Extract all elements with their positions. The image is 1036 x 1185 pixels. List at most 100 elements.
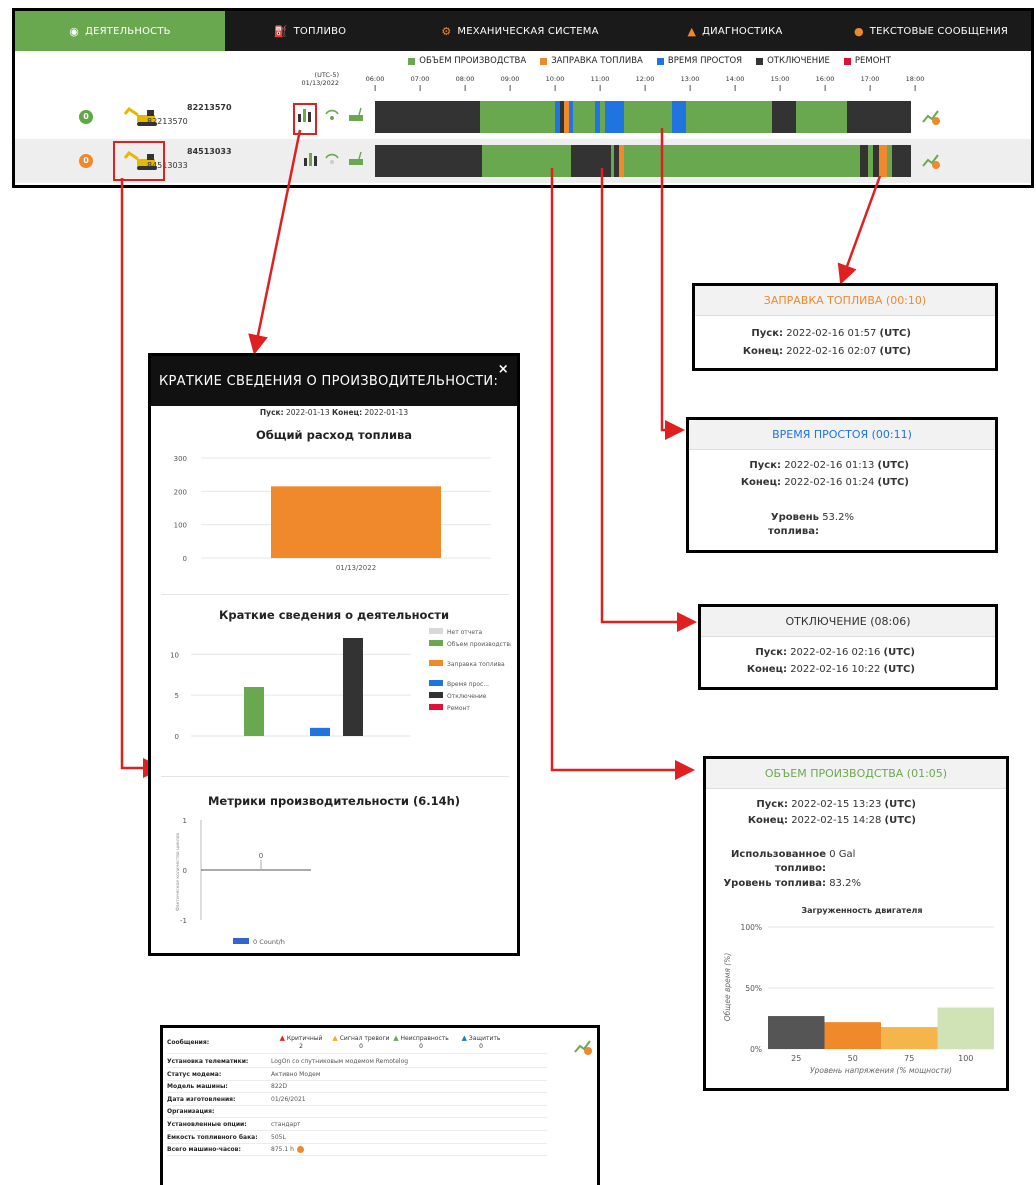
popup-title: ОТКЛЮЧЕНИЕ (08:06) bbox=[701, 607, 995, 637]
used-fuel-label: Использованное bbox=[731, 849, 826, 860]
popup-title: ЗАПРАВКА ТОПЛИВА (00:10) bbox=[695, 286, 995, 316]
popup-start-row: Пуск: 2022-02-16 01:57 (UTC) bbox=[735, 328, 911, 339]
alarm-label-text: Критичный bbox=[286, 1035, 323, 1042]
utc-label: (UTC) bbox=[883, 647, 915, 658]
activity-summary-chart: 0 5 10 Нет отчета Объем производства Заправка… bbox=[170, 628, 511, 741]
popup-fuel-level-row: Уровень топлива: 83.2% bbox=[716, 878, 861, 889]
fuel-level-label: Уровень топлива: bbox=[723, 878, 826, 889]
x-tick-label: 01/13/2022 bbox=[336, 564, 376, 572]
alarm-triangle-icon: ▲ bbox=[332, 1034, 338, 1042]
alarm-label-text: Сигнал тревоги bbox=[339, 1035, 390, 1042]
info-row: Установка телематики: LogOn со спутниковы… bbox=[167, 1056, 547, 1068]
fuel-chart-title: Общий расход топлива bbox=[255, 428, 413, 442]
chart-title: Загруженность двигателя bbox=[801, 906, 922, 915]
alarm-triangle-icon: ▲ bbox=[279, 1034, 285, 1042]
performance-metrics-chart: -1010Фактическое количество циклов0 Coun… bbox=[175, 817, 311, 946]
alarm-count[interactable]: ▲ Критичный 2 bbox=[271, 1034, 331, 1051]
y-tick-label: 50% bbox=[745, 984, 762, 993]
arrow-to-refuel bbox=[837, 175, 882, 285]
alarm-count-value: 0 bbox=[419, 1043, 423, 1050]
info-value: LogOn со спутниковым модемом Remotelog bbox=[271, 1058, 409, 1065]
y-axis-label: Фактическое количество циклов bbox=[175, 833, 181, 911]
activity-bar bbox=[343, 638, 363, 736]
end-value: 2022-02-15 14:28 bbox=[791, 815, 882, 826]
start-label: Пуск: bbox=[756, 799, 788, 810]
end-value: 2022-02-16 02:07 bbox=[786, 346, 877, 357]
popup-title: ВРЕМЯ ПРОСТОЯ (00:11) bbox=[689, 420, 995, 450]
legend-swatch bbox=[429, 704, 443, 710]
popup-start-row: Пуск: 2022-02-16 02:16 (UTC) bbox=[735, 647, 915, 658]
legend-swatch bbox=[429, 628, 443, 634]
y-tick-label: 10 bbox=[170, 651, 179, 659]
legend-label: Отключение bbox=[447, 693, 487, 700]
arrow-to-idle bbox=[660, 128, 685, 440]
popup-fuel-level-label-2: топлива: bbox=[763, 526, 819, 537]
y-tick-label: -1 bbox=[180, 917, 187, 925]
info-value: 875.1 h bbox=[271, 1146, 294, 1154]
info-label: Емкость топливного бака: bbox=[167, 1133, 258, 1141]
y-tick-label: 300 bbox=[174, 455, 187, 463]
y-tick-label: 0% bbox=[750, 1045, 762, 1054]
fuel-level-value: 83.2% bbox=[829, 878, 861, 889]
start-value: 2022-02-16 01:13 bbox=[784, 460, 875, 471]
start-value: 2022-02-15 13:23 bbox=[791, 799, 882, 810]
x-tick-label: 50 bbox=[848, 1054, 858, 1063]
x-axis-label: Уровень напряжения (% мощности) bbox=[810, 1066, 952, 1075]
y-tick-label: 100 bbox=[174, 522, 187, 530]
y-tick-label: 0 bbox=[175, 733, 179, 741]
messages-row: Сообщения: ▲ Критичный 2 ▲ Сигнал тревоги 0… bbox=[167, 1032, 547, 1054]
alarm-count[interactable]: ▲ Неисправность 0 bbox=[391, 1034, 451, 1051]
fuel-level-label: топлива: bbox=[768, 526, 819, 537]
info-row: Модель машины: 822D bbox=[167, 1081, 547, 1094]
shutdown-popup: ОТКЛЮЧЕНИЕ (08:06) Пуск: 2022-02-16 02:1… bbox=[698, 604, 998, 690]
utc-label: (UTC) bbox=[879, 346, 911, 357]
divider bbox=[161, 594, 509, 595]
info-row: Емкость топливного бака: 505L bbox=[167, 1132, 547, 1144]
alarm-label: ▲ Неисправность bbox=[391, 1034, 451, 1043]
alarm-label: ▲ Критичный bbox=[271, 1034, 331, 1043]
start-label: Пуск: bbox=[751, 328, 783, 339]
y-tick-label: 1 bbox=[183, 817, 187, 825]
arrow-to-production bbox=[550, 168, 695, 780]
info-row: Установленные опции: стандарт bbox=[167, 1119, 547, 1131]
trend-alert-icon[interactable] bbox=[573, 1036, 593, 1056]
utc-label: (UTC) bbox=[884, 815, 916, 826]
y-tick-label: 0 bbox=[183, 555, 187, 563]
start-value: 2022-02-16 01:57 bbox=[786, 328, 877, 339]
utc-label: (UTC) bbox=[879, 328, 911, 339]
info-label: Статус модема: bbox=[167, 1070, 222, 1078]
start-label: Пуск: bbox=[755, 647, 787, 658]
start-label: Пуск: bbox=[749, 460, 781, 471]
info-value: 01/26/2021 bbox=[271, 1095, 306, 1103]
y-tick-label: 0 bbox=[183, 867, 187, 875]
fuel-bar bbox=[271, 486, 441, 558]
alarm-count[interactable]: ▲ Защитить 0 bbox=[451, 1034, 511, 1051]
modal-date-range: Пуск: 2022-01-13 Конец: 2022-01-13 bbox=[151, 408, 517, 417]
info-icon[interactable] bbox=[296, 1146, 304, 1154]
x-tick-label: 25 bbox=[791, 1054, 801, 1063]
alarm-triangle-icon: ▲ bbox=[461, 1034, 467, 1042]
utc-label: (UTC) bbox=[884, 799, 916, 810]
fuel-consumption-chart: 0 100 200 300 01/13/2022 bbox=[174, 455, 491, 572]
modal-header: КРАТКИЕ СВЕДЕНИЯ О ПРОИЗВОДИТЕЛЬНОСТИ: × bbox=[151, 356, 517, 406]
info-label: Установка телематики: bbox=[167, 1058, 249, 1065]
metrics-chart-title: Метрики производительности (6.14h) bbox=[207, 794, 461, 808]
engine-load-bar bbox=[881, 1027, 938, 1049]
utc-label: (UTC) bbox=[877, 460, 909, 471]
popup-fuel-level-row: Уровень 53.2% bbox=[763, 512, 854, 523]
legend-swatch bbox=[233, 938, 249, 944]
alarm-count[interactable]: ▲ Сигнал тревоги 0 bbox=[331, 1034, 391, 1051]
refuel-popup: ЗАПРАВКА ТОПЛИВА (00:10) Пуск: 2022-02-1… bbox=[692, 283, 998, 371]
info-label: Установленные опции: bbox=[167, 1121, 247, 1128]
production-popup: ОБЪЕМ ПРОИЗВОДСТВА (01:05) Пуск: 2022-02… bbox=[703, 756, 1009, 1091]
info-label: Всего машино-часов: bbox=[167, 1146, 241, 1154]
info-value: стандарт bbox=[271, 1121, 301, 1128]
legend-swatch bbox=[429, 660, 443, 666]
start-value: 2022-02-16 02:16 bbox=[790, 647, 881, 658]
end-label: Конец: bbox=[746, 664, 787, 675]
fuel-level-label: Уровень bbox=[770, 512, 819, 523]
legend-swatch bbox=[429, 692, 443, 698]
close-icon[interactable]: × bbox=[498, 362, 509, 377]
popup-used-fuel-label-2: топливо: bbox=[730, 863, 826, 874]
fuel-level-value: 53.2% bbox=[822, 512, 854, 523]
